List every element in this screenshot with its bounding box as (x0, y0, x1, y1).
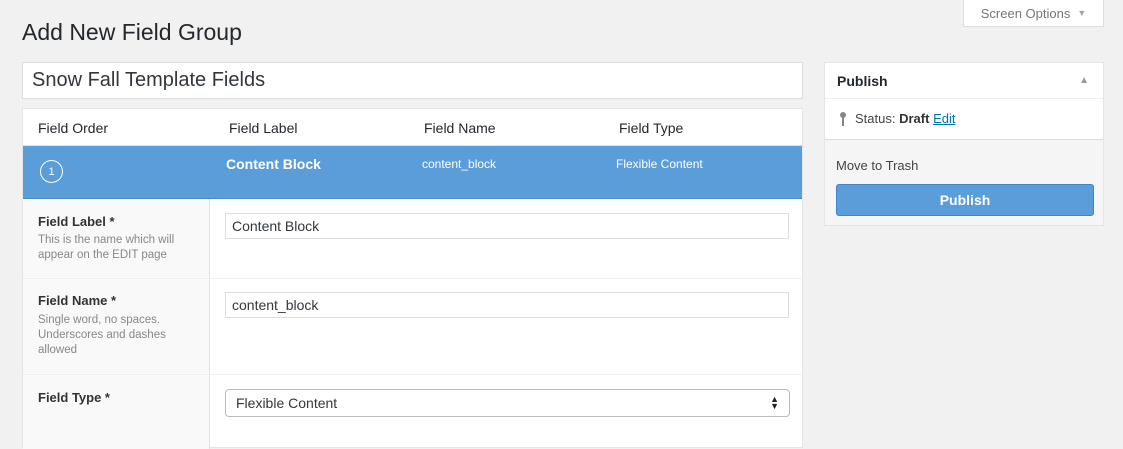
fields-panel: Field Order Field Label Field Name Field… (22, 108, 803, 449)
pin-icon (839, 111, 847, 126)
header-field-label: Field Label (229, 120, 298, 136)
field-type-select[interactable]: Flexible Content ▲ ▼ (225, 389, 790, 417)
publish-title: Publish (837, 73, 888, 89)
header-field-type: Field Type (619, 120, 684, 136)
setting-row-field-label: Field Label * This is the name which wil… (23, 199, 803, 279)
publish-actions: Move to Trash Publish (825, 139, 1103, 225)
field-name-input[interactable]: content_block (225, 292, 789, 318)
publish-panel: Publish ▲ Status: Draft Edit Move to Tra… (824, 62, 1104, 226)
status-label: Status: (855, 111, 896, 126)
field-label-description: This is the name which will appear on th… (38, 234, 175, 261)
move-to-trash-link[interactable]: Move to Trash (836, 158, 918, 173)
field-name-title: Field Name * (38, 293, 117, 308)
field-label-input-value: Content Block (232, 218, 320, 234)
field-label-title: Field Label * (38, 214, 115, 229)
header-field-name: Field Name (424, 120, 496, 136)
page-title: Add New Field Group (22, 19, 242, 45)
field-row-type: Flexible Content (616, 157, 703, 171)
field-row-content-block[interactable]: 1 Content Block content_block Flexible C… (23, 146, 802, 199)
screen-options-button[interactable]: Screen Options ▼ (963, 0, 1104, 27)
field-settings: Field Label * This is the name which wil… (23, 199, 803, 449)
field-type-title: Field Type * (38, 390, 110, 405)
select-arrows-icon: ▲ ▼ (770, 394, 779, 411)
collapse-arrow-icon[interactable]: ▲ (1079, 75, 1089, 86)
field-group-title-input[interactable]: Snow Fall Template Fields (22, 62, 803, 99)
field-name-description: Single word, no spaces. Underscores and … (38, 314, 166, 356)
publish-button[interactable]: Publish (836, 184, 1094, 216)
publish-header[interactable]: Publish ▲ (825, 63, 1103, 99)
caret-down-icon: ▼ (1077, 8, 1087, 18)
field-row-label[interactable]: Content Block (226, 156, 321, 172)
header-field-order: Field Order (38, 120, 109, 136)
setting-row-field-name: Field Name * Single word, no spaces. Und… (23, 279, 803, 375)
field-label-input[interactable]: Content Block (225, 213, 789, 239)
field-row-name: content_block (422, 157, 497, 171)
screen-options-label: Screen Options (980, 5, 1071, 21)
publish-status: Status: Draft Edit (839, 111, 955, 126)
field-name-input-value: content_block (232, 297, 319, 313)
status-edit-link[interactable]: Edit (933, 111, 955, 126)
status-value: Draft (899, 111, 930, 126)
field-order-badge[interactable]: 1 (40, 160, 63, 183)
fields-table-header: Field Order Field Label Field Name Field… (23, 109, 802, 146)
field-group-title-value: Snow Fall Template Fields (32, 69, 266, 91)
setting-row-field-type: Field Type * Flexible Content ▲ ▼ (23, 375, 803, 449)
field-type-selected: Flexible Content (236, 395, 338, 411)
